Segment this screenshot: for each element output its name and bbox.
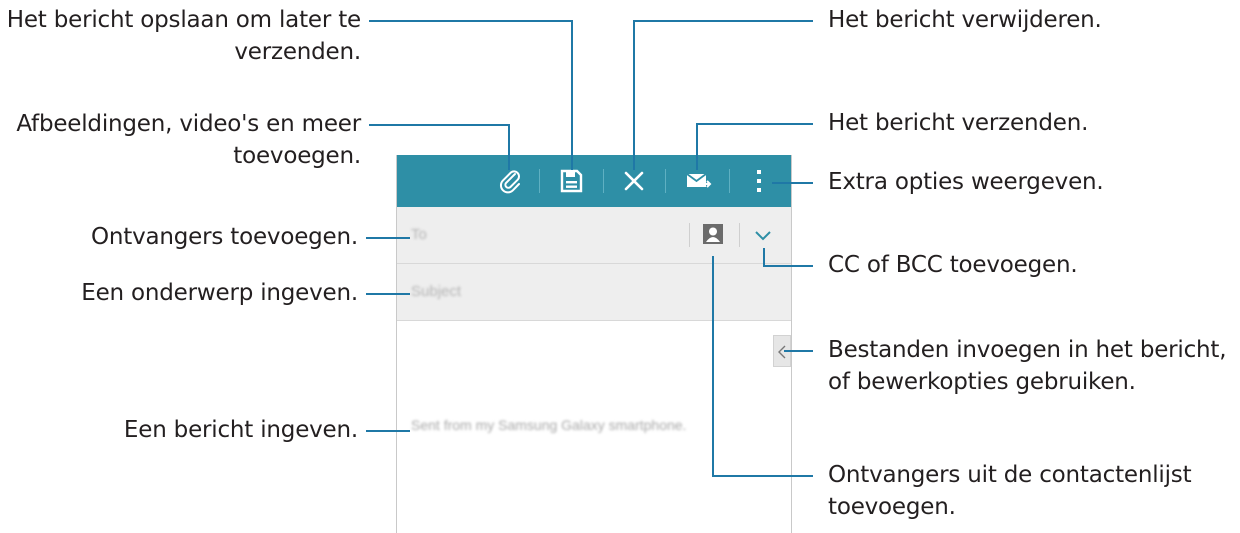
leader-send [696,123,698,170]
leader-more [772,182,813,184]
toolbar-separator [729,169,730,193]
callout-attach-line2: toevoegen. [233,143,361,169]
leader-subject [366,293,410,295]
callout-ccbcc: CC of BCC toevoegen. [828,252,1078,278]
toolbar-separator [665,169,666,193]
callout-save-line2: verzenden. [234,39,361,65]
leader-delete [633,20,635,170]
leader-message [366,430,410,432]
contact-icon[interactable] [702,223,724,245]
callout-contacts-line1: Ontvangers uit de contactenlijst [828,462,1192,488]
callout-contacts: Ontvangers uit de contactenlijst toevoeg… [828,459,1192,523]
leader-ccbcc [763,265,813,267]
compose-toolbar [397,155,791,207]
callout-more: Extra opties weergeven. [828,169,1104,195]
leader-recipients [366,237,410,239]
leader-save [369,20,572,22]
subject-placeholder: Subject [411,283,462,300]
callout-save-line1: Het bericht opslaan om later te [6,7,361,33]
message-body[interactable]: Sent from my Samsung Galaxy smartphone. [411,417,686,433]
leader-save [571,20,573,170]
leader-insert [784,350,813,352]
toolbar-separator [539,169,540,193]
chevron-left-icon [778,345,786,359]
callout-insert-line1: Bestanden invoegen in het bericht, [828,337,1227,363]
leader-attach [508,124,510,170]
leader-contacts [712,256,714,477]
callout-recipients: Ontvangers toevoegen. [91,224,358,250]
chevron-down-icon[interactable] [753,227,773,243]
more-vert-icon[interactable] [743,165,775,197]
callout-save: Het bericht opslaan om later te verzende… [7,4,361,68]
leader-ccbcc [763,248,765,266]
leader-send [696,123,813,125]
callout-contacts-line2: toevoegen. [828,494,956,520]
field-separator [689,223,690,247]
callout-attach-line1: Afbeeldingen, video's en meer [16,111,361,137]
field-separator [739,223,740,247]
leader-contacts [712,475,813,477]
leader-attach [369,124,510,126]
to-placeholder: To [411,226,427,243]
callout-insert: Bestanden invoegen in het bericht, of be… [828,334,1227,398]
callout-insert-line2: of bewerkopties gebruiken. [828,369,1136,395]
to-field[interactable]: To [397,207,791,264]
send-mail-icon[interactable] [682,165,714,197]
callout-attach: Afbeeldingen, video's en meer toevoegen. [16,108,361,172]
toolbar-separator [603,169,604,193]
leader-delete [633,20,813,22]
callout-message: Een bericht ingeven. [123,417,358,443]
callout-send: Het bericht verzenden. [828,110,1089,136]
subject-field[interactable]: Subject [397,264,791,321]
callout-delete: Het bericht verwijderen. [828,7,1102,33]
paperclip-icon[interactable] [495,165,527,197]
callout-subject: Een onderwerp ingeven. [81,280,358,306]
